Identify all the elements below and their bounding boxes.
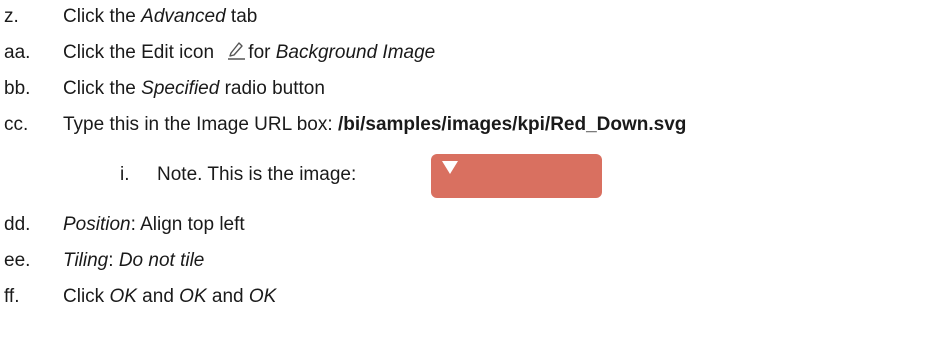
step-text-part: Type this in the Image URL box:: [63, 114, 338, 135]
step-text-part: Click the Edit icon: [63, 42, 220, 63]
step-text: Note. This is the image:: [157, 160, 356, 190]
step-text-part: and: [206, 286, 249, 307]
step-text: Click OK and OK and OK: [63, 282, 276, 312]
step-marker: bb.: [4, 78, 31, 99]
step-text-part: : Align top left: [130, 214, 245, 235]
step-text-part: for: [248, 42, 276, 63]
down-arrow-icon: [442, 161, 458, 174]
pencil-edit-icon: [225, 38, 247, 60]
red-down-image: [431, 154, 602, 198]
position-label: Position: [63, 214, 131, 235]
step-text-part: Click the: [63, 78, 142, 99]
step-text-part: radio button: [219, 78, 325, 99]
step-marker: aa.: [4, 42, 31, 63]
step-text: Click the Edit icon for Background Image: [63, 38, 435, 68]
advanced-tab-name: Advanced: [141, 6, 226, 27]
step-text: Position: Align top left: [63, 210, 245, 240]
step-text: Tiling: Do not tile: [63, 246, 204, 276]
step-marker: i.: [120, 164, 130, 185]
tiling-value: Do not tile: [118, 250, 205, 271]
step-text-part: Click: [63, 286, 110, 307]
step-marker: z.: [4, 6, 19, 27]
step-text-part: Note. This is the image:: [157, 164, 357, 185]
step-marker: ee.: [4, 250, 31, 271]
step-text: Click the Specified radio button: [63, 74, 325, 104]
ok-label: OK: [248, 286, 277, 307]
step-text-part: :: [108, 250, 119, 271]
step-text: Type this in the Image URL box: /bi/samp…: [63, 110, 686, 140]
step-text-part: tab: [225, 6, 258, 27]
specified-option-name: Specified: [141, 78, 220, 99]
step-marker: ff.: [4, 286, 20, 307]
step-text: Click the Advanced tab: [63, 2, 257, 32]
step-marker: cc.: [4, 114, 29, 135]
ok-label: OK: [179, 286, 207, 307]
step-marker: dd.: [4, 214, 31, 235]
tiling-label: Tiling: [63, 250, 109, 271]
step-text-part: Click the: [63, 6, 142, 27]
image-url-value: /bi/samples/images/kpi/Red_Down.svg: [337, 114, 687, 135]
background-image-label: Background Image: [275, 42, 436, 63]
ok-label: OK: [109, 286, 137, 307]
step-text-part: and: [136, 286, 180, 307]
